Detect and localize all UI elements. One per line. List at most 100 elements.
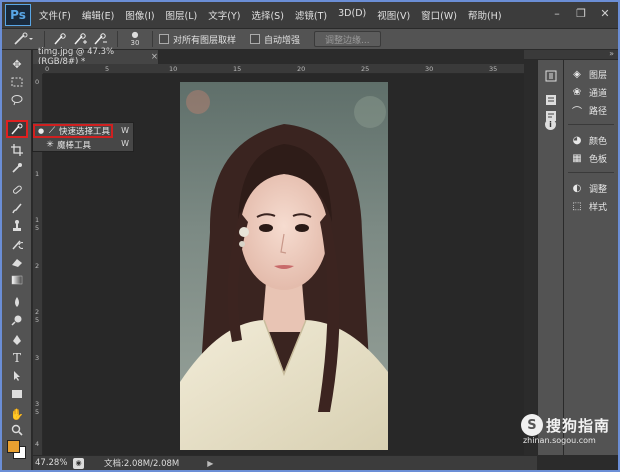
panel-styles[interactable]: ⬚ 样式 [570, 198, 607, 214]
ruler-tick: 10 [169, 65, 178, 73]
channels-icon: ❀ [572, 86, 582, 98]
ruler-tick: 20 [297, 65, 306, 73]
panel-layers[interactable]: ◈ 图层 [570, 66, 607, 82]
rectangle-tool-icon[interactable] [8, 386, 26, 402]
sample-all-layers-label: 对所有图层取样 [173, 35, 237, 46]
document-image[interactable] [180, 82, 388, 450]
marquee-tool-icon[interactable] [8, 74, 26, 90]
menu-help[interactable]: 帮助(H) [468, 8, 502, 22]
subtract-from-selection-icon[interactable] [91, 30, 109, 48]
eraser-tool-icon[interactable] [8, 254, 26, 270]
selected-bullet-icon: ● [37, 127, 45, 135]
quick-selection-icon: ⟋ [48, 126, 56, 136]
layers-icon: ◈ [573, 68, 581, 80]
menu-window[interactable]: 窗口(W) [421, 8, 457, 22]
new-selection-icon[interactable] [51, 30, 69, 48]
menu-file[interactable]: 文件(F) [39, 8, 71, 22]
main-menu: 文件(F) 编辑(E) 图像(I) 图层(L) 文字(Y) 选择(S) 滤镜(T… [39, 8, 513, 22]
separator [152, 31, 153, 47]
watermark-text: 搜狗指南 [545, 416, 610, 435]
flyout-item-label: 快速选择工具 [59, 127, 111, 137]
hand-tool-icon[interactable]: ✋ [8, 406, 26, 422]
history-brush-tool-icon[interactable] [8, 236, 26, 252]
history-panel-icon[interactable] [543, 68, 559, 84]
add-to-selection-icon[interactable] [71, 30, 89, 48]
ruler-origin[interactable] [33, 64, 43, 74]
path-selection-tool-icon[interactable] [8, 368, 26, 384]
watermark-url: zhinan.sogou.com [522, 436, 596, 445]
type-tool-icon[interactable]: T [8, 350, 26, 366]
menu-type[interactable]: 文字(Y) [208, 8, 240, 22]
auto-enhance-checkbox[interactable] [250, 34, 261, 44]
close-document-icon[interactable]: × [151, 52, 158, 62]
panel-divider [568, 124, 614, 125]
status-export-icon[interactable]: ◉ [73, 457, 84, 469]
move-tool-icon[interactable]: ✥ [8, 56, 26, 72]
panel-collapse-bar[interactable]: » [524, 49, 618, 60]
eyedropper-tool-icon[interactable] [8, 160, 26, 176]
zoom-level[interactable]: 47.28% [35, 458, 73, 468]
panel-paths[interactable]: ⌒ 路径 [570, 102, 607, 118]
clone-stamp-tool-icon[interactable] [8, 218, 26, 234]
panel-color[interactable]: ◕ 颜色 [570, 132, 607, 148]
gradient-tool-icon[interactable] [8, 272, 26, 288]
ruler-tick: 35 [489, 65, 498, 73]
panel-icon-strip: i [537, 60, 564, 455]
ruler-tick: 30 [425, 65, 434, 73]
collapse-panels-icon[interactable]: » [609, 49, 614, 58]
panel-divider [568, 172, 614, 173]
panel-channels[interactable]: ❀ 通道 [570, 84, 607, 100]
zoom-tool-icon[interactable] [8, 422, 26, 438]
brush-size-value: 30 [130, 39, 140, 47]
properties-panel-icon[interactable] [543, 92, 559, 108]
info-panel-icon[interactable]: i [545, 119, 556, 130]
crop-tool-icon[interactable] [8, 142, 26, 158]
auto-enhance-label: 自动增强 [264, 35, 301, 46]
watermark: S 搜狗指南 zhinan.sogou.com [520, 414, 610, 445]
tool-preset-picker[interactable] [8, 30, 38, 48]
panel-adjustments[interactable]: ◐ 调整 [570, 180, 607, 196]
ruler-tick: 1 5 [35, 216, 40, 232]
flyout-item-quick-selection[interactable]: ● ⟋ 快速选择工具 [33, 124, 113, 138]
ruler-tick: 2 5 [35, 308, 40, 324]
blur-tool-icon[interactable] [8, 294, 26, 310]
paths-icon: ⌒ [572, 106, 582, 118]
lasso-tool-icon[interactable] [8, 92, 26, 108]
menu-image[interactable]: 图像(I) [125, 8, 154, 22]
adjustments-icon: ◐ [572, 182, 582, 194]
ruler-tick: 3 [35, 354, 40, 362]
window-controls: – ❐ ✕ [550, 6, 612, 20]
horizontal-ruler[interactable]: 0 5 10 15 20 25 30 35 [43, 64, 524, 74]
magic-wand-icon: ✳ [46, 140, 54, 150]
quick-selection-tool-icon[interactable] [6, 120, 28, 138]
restore-button[interactable]: ❐ [574, 6, 588, 20]
ruler-tick: 0 [45, 65, 50, 73]
menu-edit[interactable]: 编辑(E) [82, 8, 114, 22]
flyout-item-magic-wand[interactable]: ✳ 魔棒工具 [33, 138, 133, 152]
spot-healing-tool-icon[interactable] [8, 182, 26, 198]
close-button[interactable]: ✕ [598, 6, 612, 20]
pen-tool-icon[interactable] [8, 332, 26, 348]
brush-dot-icon: ● [131, 30, 139, 39]
shortcut-key: W [121, 126, 129, 135]
dodge-tool-icon[interactable] [8, 312, 26, 328]
menu-3d[interactable]: 3D(D) [338, 8, 366, 22]
separator [117, 31, 118, 47]
menu-filter[interactable]: 滤镜(T) [295, 8, 327, 22]
sample-all-layers-checkbox[interactable] [159, 34, 169, 44]
brush-tool-icon[interactable] [8, 200, 26, 216]
toolbox: ✥ T ✋ [2, 50, 32, 470]
panel-swatches[interactable]: ▦ 色板 [570, 150, 607, 166]
status-bar: 47.28% ◉ 文档:2.08M/2.08M ▶ [33, 455, 537, 470]
foreground-color-swatch[interactable] [7, 440, 20, 453]
menu-view[interactable]: 视图(V) [377, 8, 410, 22]
photoshop-window: Ps 文件(F) 编辑(E) 图像(I) 图层(L) 文字(Y) 选择(S) 滤… [0, 0, 620, 472]
separator [44, 31, 45, 47]
menu-select[interactable]: 选择(S) [251, 8, 283, 22]
menu-layer[interactable]: 图层(L) [166, 8, 198, 22]
document-tab[interactable]: timg.jpg @ 47.3%(RGB/8#) * × [33, 47, 159, 67]
minimize-button[interactable]: – [550, 6, 564, 20]
status-menu-arrow-icon[interactable]: ▶ [207, 459, 213, 468]
brush-size-picker[interactable]: ● 30 [124, 30, 146, 48]
refine-edge-button[interactable]: 调整边缘... [314, 31, 381, 47]
